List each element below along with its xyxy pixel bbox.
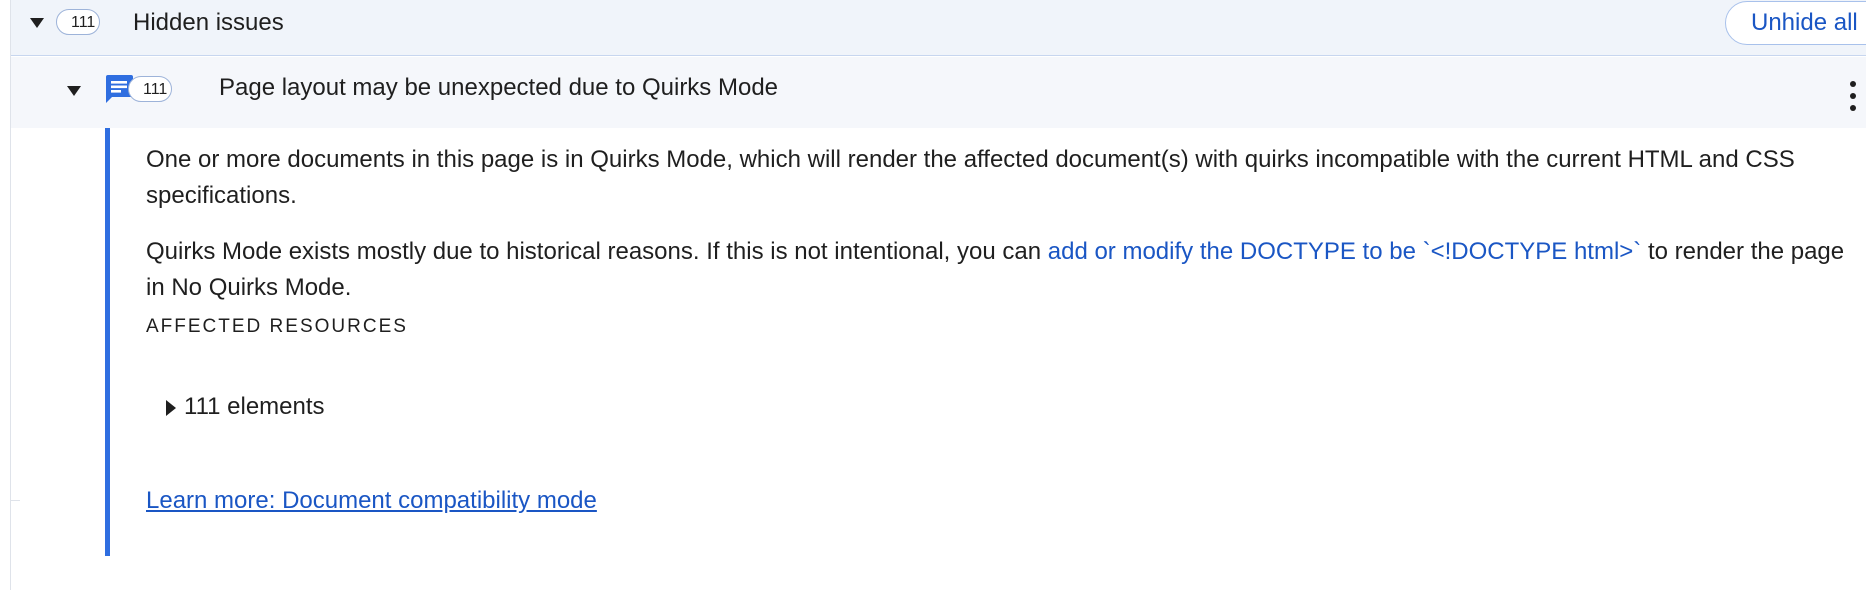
expand-right-triangle-icon[interactable] <box>166 400 176 416</box>
issue-resolution-text: Quirks Mode exists mostly due to histori… <box>146 234 1866 306</box>
expand-triangle-icon[interactable] <box>67 86 81 96</box>
affected-elements-label[interactable]: 111 elements <box>184 392 325 422</box>
doctype-link[interactable]: add or modify the DOCTYPE to be `<!DOCTY… <box>1048 238 1642 265</box>
issue-description: One or more documents in this page is in… <box>146 146 1795 209</box>
gutter-tick <box>10 500 20 501</box>
more-options-icon[interactable] <box>1849 81 1857 111</box>
hidden-count-badge: 111 <box>56 9 100 35</box>
issue-header[interactable]: 111 Page layout may be unexpected due to… <box>11 57 1866 128</box>
hidden-issues-header[interactable]: 111 Hidden issues Unhide all <box>11 0 1866 56</box>
hidden-issues-title: Hidden issues <box>133 9 284 36</box>
issue-title: Page layout may be unexpected due to Qui… <box>219 74 779 101</box>
expand-triangle-icon[interactable] <box>30 18 44 28</box>
affected-resources-heading: AFFECTED RESOURCES <box>146 316 408 337</box>
issue-count-badge: 111 <box>128 76 172 102</box>
issue-accent-bar <box>105 128 110 556</box>
issues-panel: 111 Hidden issues Unhide all 111 Page la… <box>0 0 1866 590</box>
learn-more-link[interactable]: Learn more: Document compatibility mode <box>146 486 597 516</box>
unhide-all-button[interactable]: Unhide all <box>1725 1 1866 45</box>
resolution-text-before: Quirks Mode exists mostly due to histori… <box>146 238 1048 265</box>
